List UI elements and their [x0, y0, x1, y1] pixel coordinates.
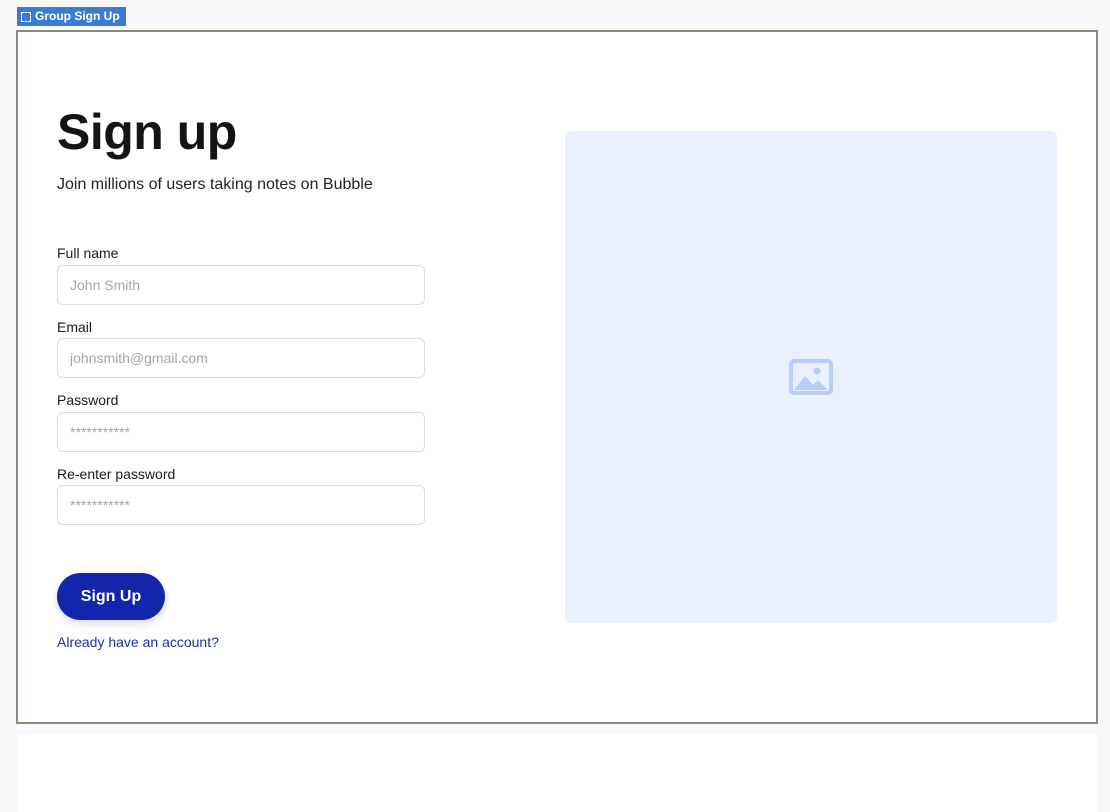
full-name-label: Full name	[57, 245, 119, 261]
canvas-below-group	[17, 734, 1097, 812]
reenter-password-input[interactable]	[57, 485, 425, 525]
email-input[interactable]	[57, 338, 425, 378]
image-icon	[789, 359, 833, 395]
already-have-account-link[interactable]: Already have an account?	[57, 632, 219, 652]
group-tag-label: Group Sign Up	[35, 9, 120, 23]
reenter-password-label: Re-enter password	[57, 466, 176, 482]
group-sign-up: Sign up Join millions of users taking no…	[16, 30, 1098, 724]
group-tag[interactable]: Group Sign Up	[17, 7, 126, 26]
email-label: Email	[57, 319, 93, 335]
sign-up-button[interactable]: Sign Up	[57, 573, 165, 620]
password-label: Password	[57, 392, 119, 408]
password-input[interactable]	[57, 412, 425, 452]
page-subtitle: Join millions of users taking notes on B…	[57, 176, 373, 193]
page-title: Sign up	[57, 104, 237, 160]
image-placeholder	[565, 131, 1057, 623]
dashed-selection-icon	[21, 11, 31, 22]
full-name-input[interactable]	[57, 265, 425, 305]
